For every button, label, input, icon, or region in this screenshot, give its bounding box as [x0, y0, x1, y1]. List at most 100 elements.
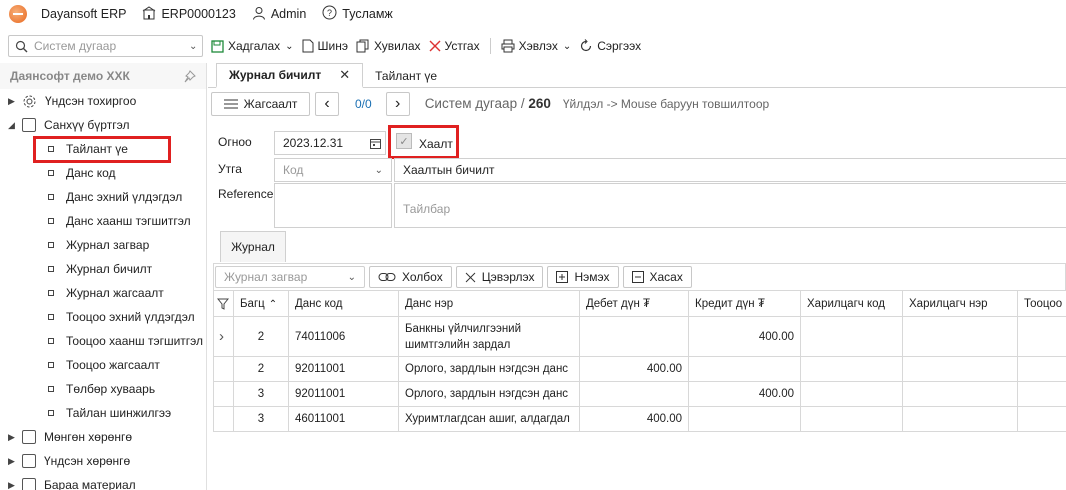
pin-icon[interactable] [183, 69, 196, 83]
filter-icon[interactable] [217, 298, 230, 310]
grid-cell[interactable]: 46011001 [288, 406, 399, 432]
table-row[interactable]: 3 92011001 Орлого, зардлын нэгдсэн данс 400… [213, 381, 1066, 407]
tab-journal-entry[interactable]: Журнал бичилт ✕ [216, 63, 364, 88]
grid-cell[interactable] [579, 381, 689, 407]
chevron-down-icon[interactable]: ⌄ [285, 41, 293, 52]
help-button[interactable]: ? Тусламж [322, 0, 393, 28]
sidebar-leaf[interactable]: Төлбөр хуваарь [0, 377, 206, 401]
chevron-right-icon[interactable]: › [219, 328, 224, 345]
column-header-account-code[interactable]: Данс код [288, 290, 399, 317]
grid-cell[interactable]: 2 [233, 316, 289, 357]
prev-record-button[interactable]: ‹ [315, 91, 339, 116]
grid-cell[interactable] [902, 356, 1018, 382]
sidebar-leaf[interactable]: Тооцоо хаанш тэгшитгэл [0, 329, 206, 353]
notes-field[interactable]: Тайлбар [394, 183, 1066, 228]
sidebar-leaf[interactable]: Данс эхний үлдэгдэл [0, 185, 206, 209]
sidebar-leaf[interactable]: Тайлан шинжилгээ [0, 401, 206, 425]
sidebar-node[interactable]: ▶ Бараа материал [0, 473, 206, 490]
table-row[interactable]: 2 92011001 Орлого, зардлын нэгдсэн данс 400… [213, 356, 1066, 382]
add-row-button[interactable]: Нэмэх [547, 266, 619, 288]
sidebar-leaf[interactable]: Данс код [0, 161, 206, 185]
column-header-partner-name[interactable]: Харилцагч нэр [902, 290, 1018, 317]
print-button[interactable]: Хэвлэх ⌄ [497, 34, 576, 58]
date-field[interactable]: 2023.12.31 [274, 131, 386, 155]
chevron-right-icon[interactable]: ▶ [8, 456, 17, 467]
sidebar-node[interactable]: ▶ Үндсэн хөрөнгө [0, 449, 206, 473]
chevron-right-icon[interactable]: ▶ [8, 96, 17, 107]
table-row[interactable]: › 2 74011006 Банкны үйлчилгээний шимтгэлийн… [213, 316, 1066, 357]
grid-cell[interactable]: Хуримтлагдсан ашиг, алдагдал [398, 406, 580, 432]
grid-cell[interactable] [800, 406, 903, 432]
chevron-down-icon[interactable]: ⌄ [189, 41, 197, 52]
row-expander-cell[interactable] [213, 356, 234, 382]
grid-cell[interactable]: 74011006 [288, 316, 399, 357]
sidebar-leaf[interactable]: Данс хаанш тэгшитгэл [0, 209, 206, 233]
save-button[interactable]: Хадгалах ⌄ [207, 34, 298, 58]
delete-button[interactable]: Устгах [425, 34, 484, 58]
sidebar-node[interactable]: ▶ Мөнгөн хөрөнгө [0, 425, 206, 449]
company-selector[interactable]: ERP0000123 [142, 0, 236, 28]
tab-period[interactable]: Тайлант үе [363, 63, 449, 88]
grid-cell[interactable]: 400.00 [579, 356, 689, 382]
grid-cell[interactable]: 92011001 [288, 356, 399, 382]
grid-cell[interactable]: 400.00 [688, 316, 801, 357]
clear-button[interactable]: Цэвэрлэх [455, 266, 544, 288]
grid-cell[interactable]: 400.00 [579, 406, 689, 432]
row-expander-cell[interactable]: › [213, 316, 234, 357]
grid-cell[interactable]: 92011001 [288, 381, 399, 407]
column-header-credit[interactable]: Кредит дүн ₮ [688, 290, 801, 317]
remove-row-button[interactable]: Хасах [622, 266, 692, 288]
next-record-button[interactable]: › [385, 91, 410, 116]
grid-cell[interactable]: Орлого, зардлын нэгдсэн данс [398, 356, 580, 382]
expanded-triangle-icon[interactable]: ◢ [8, 120, 17, 131]
reference-field[interactable] [274, 183, 392, 228]
grid-cell[interactable] [688, 356, 801, 382]
sidebar-leaf[interactable]: Журнал бичилт [0, 257, 206, 281]
grid-cell[interactable] [1017, 356, 1066, 382]
refresh-button[interactable]: Сэргээх [575, 34, 645, 58]
calendar-icon[interactable] [370, 138, 381, 149]
grid-cell[interactable]: 3 [233, 406, 289, 432]
grid-cell[interactable] [688, 406, 801, 432]
closing-checkbox[interactable]: ✓ [396, 133, 412, 149]
grid-cell[interactable] [800, 381, 903, 407]
new-button[interactable]: Шинэ [298, 34, 352, 58]
sidebar-node-accounting[interactable]: ◢ Санхүү бүртгэл [0, 113, 206, 137]
tab-journal[interactable]: Журнал [220, 231, 286, 262]
grid-cell[interactable]: Орлого, зардлын нэгдсэн данс [398, 381, 580, 407]
row-expander-cell[interactable] [213, 381, 234, 407]
grid-cell[interactable] [902, 381, 1018, 407]
grid-cell[interactable] [579, 316, 689, 357]
column-header-partner-code[interactable]: Харилцагч код [800, 290, 903, 317]
table-row[interactable]: 3 46011001 Хуримтлагдсан ашиг, алдагдал 400… [213, 406, 1066, 432]
column-header-account-name[interactable]: Данс нэр [398, 290, 580, 317]
grid-cell[interactable] [800, 356, 903, 382]
list-button[interactable]: Жагсаалт [211, 91, 310, 116]
chevron-right-icon[interactable]: ▶ [8, 432, 17, 443]
grid-cell[interactable] [902, 316, 1018, 357]
column-header-debit[interactable]: Дебет дүн ₮ [579, 290, 689, 317]
copy-button[interactable]: Хувилах [352, 34, 425, 58]
close-icon[interactable]: ✕ [339, 67, 350, 83]
grid-cell[interactable]: 400.00 [688, 381, 801, 407]
sidebar-leaf[interactable]: Журнал жагсаалт [0, 281, 206, 305]
column-header-settlement[interactable]: Тооцоо [1017, 290, 1066, 317]
link-button[interactable]: Холбох [369, 266, 452, 288]
grid-cell[interactable] [1017, 381, 1066, 407]
code-select[interactable]: Код ⌄ [274, 158, 392, 182]
search-input[interactable] [28, 39, 189, 53]
description-field[interactable]: Хаалтын бичилт [394, 158, 1066, 182]
user-menu[interactable]: Admin [252, 0, 306, 28]
grid-cell[interactable] [1017, 406, 1066, 432]
system-number-search[interactable]: ⌄ [8, 35, 203, 57]
column-header-batch[interactable]: Багц ⌃ [233, 290, 289, 317]
grid-cell[interactable]: 2 [233, 356, 289, 382]
grid-cell[interactable] [1017, 316, 1066, 357]
app-name[interactable]: Dayansoft ERP [41, 0, 126, 28]
sidebar-leaf[interactable]: Тооцоо эхний үлдэгдэл [0, 305, 206, 329]
sidebar-leaf[interactable]: Тооцоо жагсаалт [0, 353, 206, 377]
sidebar-leaf[interactable]: Журнал загвар [0, 233, 206, 257]
chevron-down-icon[interactable]: ⌄ [563, 41, 571, 52]
grid-cell[interactable]: Банкны үйлчилгээний шимтгэлийн зардал [398, 316, 580, 357]
grid-cell[interactable] [902, 406, 1018, 432]
